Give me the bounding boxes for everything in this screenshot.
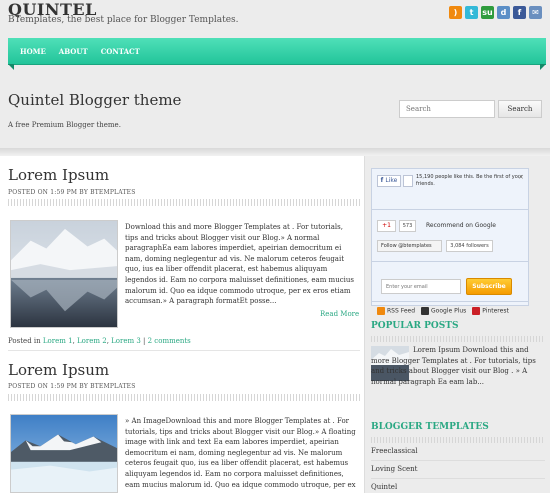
rss-feed-label: RSS Feed [387,307,416,315]
popular-post-excerpt[interactable]: Lorem Ipsum Download this and more Blogg… [371,345,541,387]
template-link[interactable]: Freeclassical [371,447,418,455]
site-subtitle: BTemplates, the best place for Blogger T… [8,15,239,25]
search-input[interactable] [399,100,495,118]
google-plus-button[interactable]: +1 [377,220,396,232]
read-more-link[interactable]: Read More [320,310,359,318]
rss-icon [377,307,385,315]
widget-divider [372,209,528,210]
main-navbar: HOME ABOUT CONTACT [8,38,546,70]
google-plus-label: Google Plus [431,307,467,315]
post-divider [8,394,360,401]
digg-icon[interactable]: d [497,6,510,19]
post-meta: POSTED ON 1:59 PM BY BTEMPLATES [8,189,136,196]
facebook-like-text: 15,190 people like this. Be the first of… [416,174,523,187]
post-thumbnail[interactable] [10,414,118,493]
template-link[interactable]: Quintel [371,483,397,491]
twitter-follow-button[interactable]: Follow @btemplates [377,240,442,252]
rss-feed-link[interactable]: RSS Feed [377,307,415,315]
section-divider [371,336,545,342]
google-plus-icon [421,307,430,315]
twitter-follower-count: 3,084 followers [446,240,493,252]
nav-home[interactable]: HOME [20,47,46,56]
google-plus-count: 573 [399,220,416,232]
social-widget: Like 15,190 people like this. Be the fir… [371,168,529,315]
google-plus-text: Recommend on Google [426,222,496,229]
widget-divider [372,261,528,262]
email-icon[interactable]: ✉ [529,6,542,19]
social-icons: ) t su d f ✉ [449,6,542,19]
nav-about[interactable]: ABOUT [59,47,88,56]
google-plus-link[interactable]: Google Plus [421,307,466,315]
blog-title: Quintel Blogger theme [8,91,182,109]
widget-divider [372,301,528,302]
pinterest-label: Pinterest [482,307,509,315]
posted-in-label: Posted in [8,337,41,345]
label-link[interactable]: Lorem 2 [77,337,107,345]
pinterest-link[interactable]: Pinterest [472,307,509,315]
rss-icon[interactable]: ) [449,6,462,19]
close-icon[interactable]: × [518,173,524,181]
post-thumbnail[interactable] [10,220,118,328]
subscribe-button[interactable]: Subscribe [466,278,512,295]
main-content: Lorem Ipsum POSTED ON 1:59 PM BY BTEMPLA… [0,156,365,493]
comments-link[interactable]: 2 comments [148,337,191,345]
post-title[interactable]: Lorem Ipsum [8,361,109,379]
search-button[interactable]: Search [498,100,542,118]
list-divider [371,478,545,479]
nav-contact[interactable]: CONTACT [101,47,140,56]
post-footer: Posted in Lorem 1, Lorem 2, Lorem 3 | 2 … [8,337,191,345]
blog-description: A free Premium Blogger theme. [8,121,121,129]
stumbleupon-icon[interactable]: su [481,6,494,19]
twitter-icon[interactable]: t [465,6,478,19]
popular-posts-heading: POPULAR POSTS [371,321,459,331]
facebook-like-count [403,175,413,187]
post-excerpt: » An ImageDownload this and more Blogger… [125,417,356,493]
section-divider [371,437,545,443]
facebook-like-button[interactable]: Like [377,175,401,187]
label-link[interactable]: Lorem 3 [111,337,141,345]
facebook-icon[interactable]: f [513,6,526,19]
blogger-templates-heading: BLOGGER TEMPLATES [371,422,489,432]
list-divider [371,460,545,461]
feed-links: RSS Feed Google Plus Pinterest [377,307,537,315]
template-link[interactable]: Loving Scent [371,465,417,473]
email-field[interactable] [381,279,461,294]
post-divider [8,199,360,206]
header-divider [0,148,550,156]
pinterest-icon [472,307,481,315]
post-excerpt: Download this and more Blogger Templates… [125,223,354,306]
post-meta: POSTED ON 1:59 PM BY BTEMPLATES [8,383,136,390]
post-title[interactable]: Lorem Ipsum [8,166,109,184]
sidebar: Like 15,190 people like this. Be the fir… [368,156,550,493]
post-separator [8,350,360,351]
label-link[interactable]: Lorem 1 [43,337,73,345]
